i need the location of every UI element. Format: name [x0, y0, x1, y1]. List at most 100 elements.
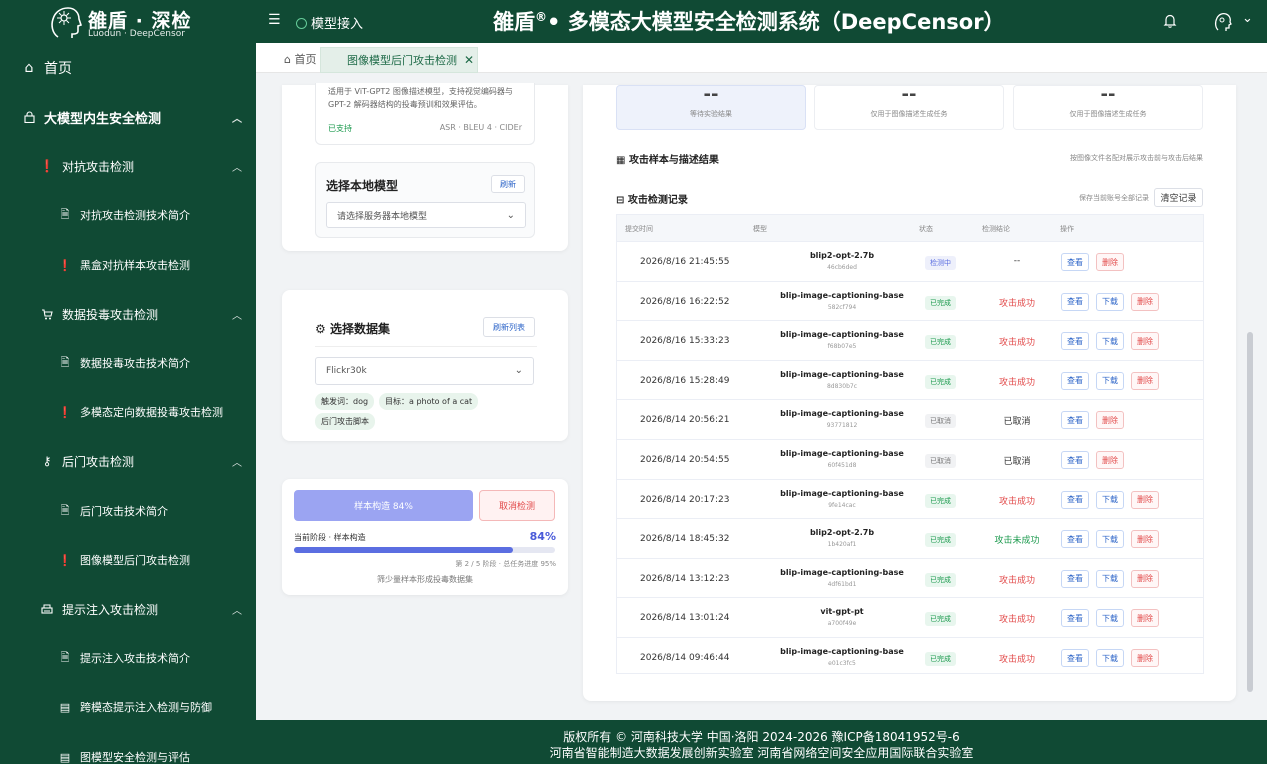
sidebar-item-adversarial-intro[interactable]: 🗎 对抗攻击检测技术简介 [58, 203, 190, 227]
view-button[interactable]: 查看 [1061, 451, 1089, 469]
row-id: 93771812 [826, 422, 858, 430]
sidebar-item-multimodal-poisoning[interactable]: ❗ 多模态定向数据投毒攻击检测 [58, 400, 223, 424]
row-model: blip-image-captioning-base [780, 369, 904, 379]
model-option-card[interactable]: 适用于 ViT-GPT2 图像描述模型，支持视觉编码器与 GPT-2 解码器结构… [315, 83, 535, 145]
delete-button[interactable]: 删除 [1131, 332, 1159, 351]
delete-button[interactable]: 删除 [1096, 253, 1124, 271]
row-time: 2026/8/14 09:46:44 [640, 653, 730, 663]
delete-button[interactable]: 删除 [1131, 490, 1159, 509]
view-button[interactable]: 查看 [1061, 292, 1089, 311]
row-result: 攻击成功 [998, 298, 1035, 309]
sidebar-sub-adversarial[interactable]: ❗ 对抗攻击检测 ︿ [40, 154, 242, 178]
tab-image-backdoor[interactable]: 图像模型后门攻击检测 ✕ [320, 47, 478, 73]
refresh-local-button[interactable]: 刷新 [491, 175, 525, 193]
view-button[interactable]: 查看 [1061, 569, 1089, 588]
row-time: 2026/8/14 20:56:21 [640, 415, 730, 426]
view-button[interactable]: 查看 [1061, 411, 1089, 430]
tab-home[interactable]: ⌂ 首页 [284, 51, 316, 67]
sidebar-item-prompt-intro[interactable]: 🗎 提示注入攻击技术简介 [58, 646, 190, 670]
circle-icon [296, 18, 307, 29]
trigger-tag: 触发词：dog [315, 393, 375, 410]
view-button[interactable]: 查看 [1061, 530, 1089, 549]
download-button[interactable]: 下载 [1096, 371, 1124, 390]
row-time: 2026/8/16 15:28:49 [640, 375, 730, 386]
local-model-panel: 选择本地模型 刷新 请选择服务器本地模型 ⌄ [315, 162, 535, 238]
view-button[interactable]: 查看 [1061, 253, 1089, 271]
delete-button[interactable]: 删除 [1131, 530, 1159, 549]
delete-button[interactable]: 删除 [1096, 451, 1124, 469]
scrollbar-thumb[interactable] [1247, 332, 1253, 692]
download-button[interactable]: 下载 [1096, 609, 1124, 628]
divider [315, 346, 537, 347]
delete-button[interactable]: 删除 [1131, 292, 1159, 311]
row-model: blip-image-captioning-base [780, 647, 904, 656]
close-icon[interactable]: ✕ [464, 53, 474, 67]
download-button[interactable]: 下载 [1096, 332, 1124, 351]
row-id: a700f49e [827, 620, 857, 628]
progress-fill [294, 547, 514, 553]
refresh-dataset-button[interactable]: 刷新列表 [483, 317, 535, 337]
scrollbar[interactable] [1247, 88, 1253, 700]
view-button[interactable]: 查看 [1061, 371, 1089, 390]
menu-toggle-icon[interactable]: ☰ [268, 12, 281, 28]
samples-title: ▦ 攻击样本与描述结果 [616, 155, 719, 166]
download-button[interactable]: 下载 [1096, 292, 1124, 311]
delete-button[interactable]: 删除 [1131, 371, 1159, 390]
dataset-select[interactable]: Flickr30k ⌄ [315, 357, 534, 385]
table-row: 2026/8/14 13:01:24 vit-gpt-pt a700f49e 已完成 攻… [617, 597, 1203, 637]
footer-copyright: 版权所有 © 河南科技大学 中国·洛阳 2024-2026 豫ICP备18041… [563, 730, 960, 744]
sidebar-item-backdoor-intro[interactable]: 🗎 后门攻击技术简介 [58, 499, 168, 523]
status-badge: 已完成 [925, 612, 956, 627]
download-button[interactable]: 下载 [1096, 530, 1124, 549]
table-row: 2026/8/14 20:17:23 blip-image-captioning-… [617, 478, 1203, 519]
view-button[interactable]: 查看 [1061, 609, 1089, 628]
local-model-select[interactable]: 请选择服务器本地模型 ⌄ [326, 202, 526, 228]
sidebar-item-poisoning-intro[interactable]: 🗎 数据投毒攻击技术简介 [58, 351, 190, 375]
sidebar-group-endogenous[interactable]: 大模型内生安全检测 ︿ [22, 105, 242, 129]
download-button[interactable]: 下载 [1096, 490, 1124, 509]
sidebar-item-image-backdoor[interactable]: ❗ 图像模型后门攻击检测 [58, 548, 190, 572]
dataset-card: ⚙ 选择数据集 刷新列表 Flickr30k ⌄ 触发词：dog 目标：a pho… [282, 290, 568, 441]
home-icon: ⌂ [284, 53, 291, 66]
document-icon: 🗎 [60, 207, 70, 221]
progress-track [294, 547, 555, 553]
gear-icon: ⚙ [315, 322, 326, 336]
cancel-detect-button[interactable]: 取消检测 [479, 490, 555, 521]
delete-button[interactable]: 删除 [1131, 649, 1159, 667]
row-id: 9fe14cac [828, 501, 856, 509]
row-time: 2026/8/14 20:54:55 [640, 455, 730, 465]
delete-button[interactable]: 删除 [1131, 609, 1159, 628]
table-row: 2026/8/16 21:45:55 blip2-opt-2.7b 46cb6ded… [617, 241, 1203, 281]
printer-icon [40, 602, 54, 616]
download-button[interactable]: 下载 [1096, 569, 1124, 588]
sidebar-item-cross-modal[interactable]: ▤ 跨模态提示注入检测与防御 [58, 695, 212, 719]
key-icon: ⚷ [42, 454, 52, 468]
progress-note: 筛少量样本形成投毒数据集 [377, 575, 473, 584]
top-menu-model-access[interactable]: 模型接入 [296, 13, 363, 32]
stat-card-2: -- 仅用于图像描述生成任务 [814, 84, 1004, 130]
view-button[interactable]: 查看 [1061, 649, 1089, 667]
delete-button[interactable]: 删除 [1131, 569, 1159, 588]
sidebar-item-graph-model[interactable]: ▤ 图模型安全检测与评估 [58, 745, 190, 764]
user-avatar-icon[interactable] [1212, 10, 1234, 32]
view-button[interactable]: 查看 [1061, 332, 1089, 351]
chevron-up-icon: ︿ [232, 311, 242, 322]
chevron-up-icon: ︿ [232, 114, 242, 125]
row-result: 攻击成功 [998, 377, 1035, 388]
chevron-down-icon[interactable]: ⌄ [1242, 11, 1253, 26]
sidebar-sub-prompt-injection[interactable]: 提示注入攻击检测 ︿ [40, 597, 242, 621]
sidebar-item-blackbox[interactable]: ❗ 黑盒对抗样本攻击检测 [58, 253, 190, 277]
sidebar-sub-backdoor[interactable]: ⚷ 后门攻击检测 ︿ [40, 449, 242, 473]
view-button[interactable]: 查看 [1061, 490, 1089, 509]
status-badge: 已取消 [925, 414, 956, 429]
col-result: 检测结论 [982, 225, 1010, 233]
clear-records-button[interactable]: 清空记录 [1154, 188, 1203, 207]
samples-hint: 按图像文件名配对展示攻击前与攻击后结果 [1070, 154, 1203, 162]
sidebar-item-home[interactable]: ⌂ 首页 [22, 56, 72, 80]
app-logo[interactable]: 雒盾 · 深检 Luodun · DeepCensor [48, 3, 190, 41]
download-button[interactable]: 下载 [1096, 649, 1124, 667]
sidebar-sub-poisoning[interactable]: 数据投毒攻击检测 ︿ [40, 302, 242, 326]
bell-icon[interactable] [1163, 13, 1177, 29]
sample-construct-button[interactable]: 样本构造 84% [294, 490, 473, 521]
delete-button[interactable]: 删除 [1096, 411, 1124, 430]
